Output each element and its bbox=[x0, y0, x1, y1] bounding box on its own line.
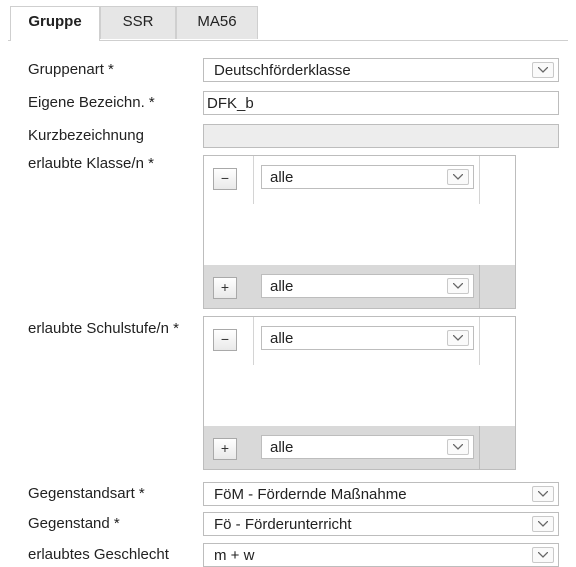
kurzbezeichnung-label: Kurzbezeichnung bbox=[28, 127, 144, 144]
chevron-down-icon bbox=[532, 486, 554, 502]
gegenstandsart-label: Gegenstandsart * bbox=[28, 485, 145, 502]
tab-ma56[interactable]: MA56 bbox=[176, 6, 258, 39]
remove-schulstufe-button[interactable]: − bbox=[213, 329, 237, 351]
erlaubtes-geschlecht-value: m + w bbox=[214, 547, 255, 564]
add-klasse-row: + alle bbox=[204, 265, 515, 308]
erlaubtes-geschlecht-select[interactable]: m + w bbox=[203, 543, 559, 567]
schulstufe-value: alle bbox=[270, 330, 294, 347]
chevron-down-icon bbox=[532, 62, 554, 78]
gruppenart-label: Gruppenart * bbox=[28, 61, 114, 78]
erlaubtes-geschlecht-label: erlaubtes Geschlecht bbox=[28, 546, 169, 563]
gegenstand-value: Fö - Förderunterricht bbox=[214, 516, 352, 533]
kurzbezeichnung-input bbox=[203, 124, 559, 148]
gegenstandsart-select[interactable]: FöM - Fördernde Maßnahme bbox=[203, 482, 559, 506]
eigene-bezeichnung-input[interactable]: DFK_b bbox=[203, 91, 559, 115]
chevron-down-icon bbox=[532, 516, 554, 532]
add-klasse-value: alle bbox=[270, 278, 294, 295]
erlaubte-schulstufen-row: − alle bbox=[204, 317, 515, 365]
remove-klasse-button[interactable]: − bbox=[213, 168, 237, 190]
add-schulstufe-row: + alle bbox=[204, 426, 515, 469]
erlaubte-klassen-label: erlaubte Klasse/n * bbox=[28, 155, 154, 172]
add-schulstufe-select[interactable]: alle bbox=[261, 435, 474, 459]
erlaubte-schulstufen-label: erlaubte Schulstufe/n * bbox=[28, 320, 179, 337]
gruppenart-value: Deutschförderklasse bbox=[214, 62, 351, 79]
klasse-value: alle bbox=[270, 169, 294, 186]
erlaubte-klassen-row: − alle bbox=[204, 156, 515, 204]
gegenstand-label: Gegenstand * bbox=[28, 515, 120, 532]
eigene-bezeichnung-value: DFK_b bbox=[207, 95, 254, 112]
chevron-down-icon bbox=[532, 547, 554, 563]
gruppenart-select[interactable]: Deutschförderklasse bbox=[203, 58, 559, 82]
add-schulstufe-value: alle bbox=[270, 439, 294, 456]
erlaubte-klassen-list: − alle + alle bbox=[203, 155, 516, 309]
schulstufe-select[interactable]: alle bbox=[261, 326, 474, 350]
chevron-down-icon bbox=[447, 169, 469, 185]
add-schulstufe-button[interactable]: + bbox=[213, 438, 237, 460]
erlaubte-schulstufen-list: − alle + alle bbox=[203, 316, 516, 470]
gegenstandsart-value: FöM - Fördernde Maßnahme bbox=[214, 486, 407, 503]
tab-ssr[interactable]: SSR bbox=[100, 6, 176, 39]
klasse-select[interactable]: alle bbox=[261, 165, 474, 189]
chevron-down-icon bbox=[447, 278, 469, 294]
add-klasse-button[interactable]: + bbox=[213, 277, 237, 299]
gegenstand-select[interactable]: Fö - Förderunterricht bbox=[203, 512, 559, 536]
tab-bar: Gruppe SSR MA56 bbox=[8, 6, 568, 41]
chevron-down-icon bbox=[447, 439, 469, 455]
tab-gruppe[interactable]: Gruppe bbox=[10, 6, 100, 41]
chevron-down-icon bbox=[447, 330, 469, 346]
add-klasse-select[interactable]: alle bbox=[261, 274, 474, 298]
eigene-bezeichnung-label: Eigene Bezeichn. * bbox=[28, 94, 155, 111]
